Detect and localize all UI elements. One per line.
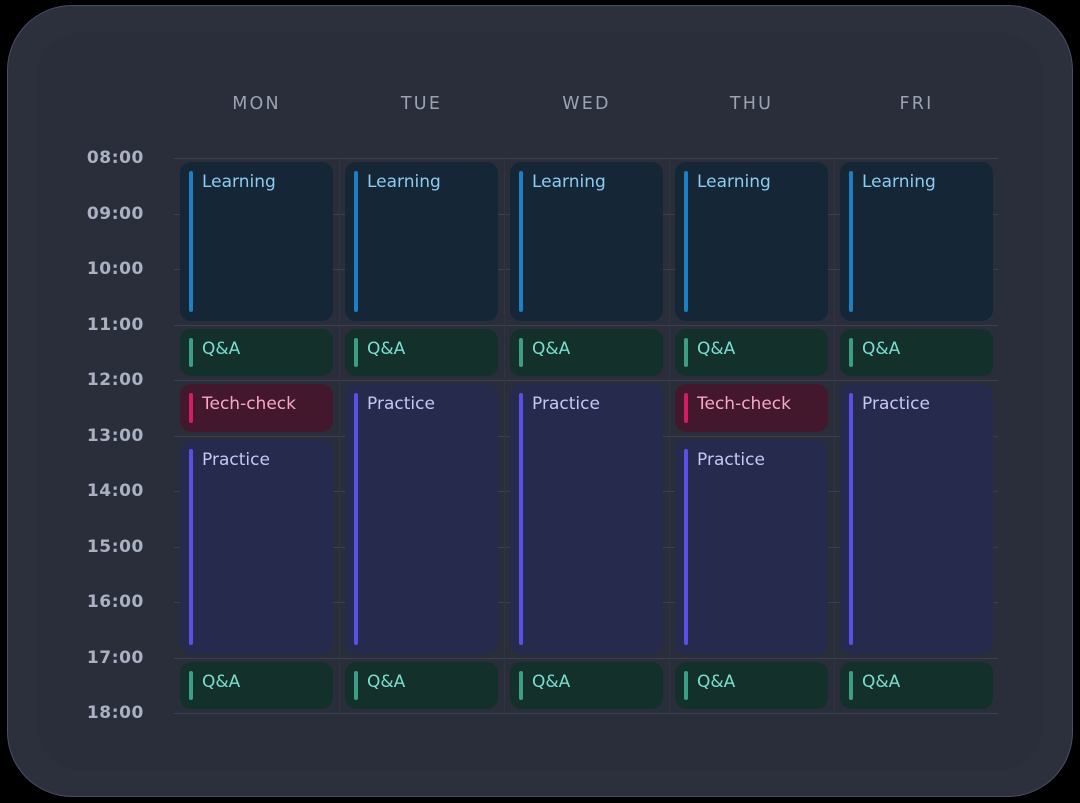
event-accent-bar: [354, 171, 358, 312]
time-label-1500: 15:00: [86, 536, 144, 557]
event-block-practice-tue[interactable]: Practice: [345, 384, 498, 654]
event-title: Practice: [862, 394, 930, 414]
day-header-wed[interactable]: WED: [510, 90, 663, 118]
time-label-0800: 08:00: [86, 148, 144, 168]
event-title: Q&A: [697, 671, 736, 692]
event-block-qa-thu[interactable]: Q&A: [675, 661, 828, 709]
device-screen: MON TUE WED THU FRI 08:00 09:00 10:00 11:00 12:0…: [38, 32, 1042, 770]
event-block-qa-fri[interactable]: Q&A: [840, 328, 993, 376]
event-block-qa-wed[interactable]: Q&A: [510, 661, 663, 709]
event-block-learning-fri[interactable]: Learning: [840, 162, 993, 321]
event-block-practice-thu[interactable]: Practice: [675, 439, 828, 654]
event-title: Learning: [202, 172, 276, 192]
event-title: Learning: [367, 172, 441, 192]
event-title: Q&A: [697, 338, 736, 359]
gridline-1700: [174, 657, 998, 659]
event-accent-bar: [849, 337, 853, 367]
event-accent-bar: [519, 171, 523, 312]
day-header-mon[interactable]: MON: [180, 90, 333, 118]
time-label-1100: 11:00: [86, 314, 144, 335]
event-accent-bar: [189, 670, 193, 700]
event-accent-bar: [849, 393, 853, 645]
time-label-1400: 14:00: [86, 481, 144, 501]
column-separator: [339, 158, 340, 713]
event-title: Q&A: [862, 338, 901, 359]
gridline-1800: [174, 713, 998, 714]
event-block-qa-tue[interactable]: Q&A: [345, 661, 498, 709]
event-block-qa-mon[interactable]: Q&A: [180, 328, 333, 376]
gridline-1100: [174, 324, 998, 326]
event-block-practice-mon[interactable]: Practice: [180, 439, 333, 654]
event-accent-bar: [684, 448, 688, 645]
column-separator: [504, 158, 505, 713]
event-title: Practice: [367, 394, 435, 414]
event-accent-bar: [849, 171, 853, 312]
column-separator: [669, 158, 670, 713]
event-accent-bar: [519, 393, 523, 645]
event-block-learning-mon[interactable]: Learning: [180, 162, 333, 321]
event-block-learning-wed[interactable]: Learning: [510, 162, 663, 321]
weekly-schedule-calendar: MON TUE WED THU FRI 08:00 09:00 10:00 11:00 12:0…: [38, 32, 1042, 770]
time-label-1700: 17:00: [86, 647, 144, 668]
event-accent-bar: [189, 393, 193, 423]
event-accent-bar: [189, 448, 193, 645]
event-title: Learning: [862, 172, 936, 192]
gridline-1200: [174, 380, 998, 381]
event-accent-bar: [189, 171, 193, 312]
day-header-fri[interactable]: FRI: [840, 90, 993, 118]
event-title: Q&A: [202, 338, 241, 359]
time-label-1800: 18:00: [86, 703, 144, 723]
event-accent-bar: [354, 337, 358, 367]
event-accent-bar: [684, 393, 688, 423]
event-accent-bar: [684, 337, 688, 367]
event-title: Practice: [697, 449, 765, 470]
day-header-thu[interactable]: THU: [675, 90, 828, 118]
event-title: Q&A: [862, 671, 901, 692]
time-label-1300: 13:00: [86, 425, 144, 446]
event-accent-bar: [684, 670, 688, 700]
event-block-qa-wed[interactable]: Q&A: [510, 328, 663, 376]
event-accent-bar: [354, 670, 358, 700]
time-label-1600: 16:00: [86, 592, 144, 612]
event-title: Tech-check: [697, 394, 791, 414]
event-title: Tech-check: [202, 394, 296, 414]
event-accent-bar: [519, 670, 523, 700]
event-block-tech-check-mon[interactable]: Tech-check: [180, 384, 333, 432]
event-block-learning-thu[interactable]: Learning: [675, 162, 828, 321]
event-block-qa-fri[interactable]: Q&A: [840, 661, 993, 709]
event-title: Q&A: [367, 671, 406, 692]
event-title: Q&A: [202, 671, 241, 692]
time-label-1200: 12:00: [86, 370, 144, 390]
event-title: Practice: [532, 394, 600, 414]
event-block-tech-check-thu[interactable]: Tech-check: [675, 384, 828, 432]
event-block-qa-tue[interactable]: Q&A: [345, 328, 498, 376]
event-title: Practice: [202, 449, 270, 470]
event-block-practice-fri[interactable]: Practice: [840, 384, 993, 654]
event-block-qa-mon[interactable]: Q&A: [180, 661, 333, 709]
event-block-practice-wed[interactable]: Practice: [510, 384, 663, 654]
event-title: Learning: [697, 172, 771, 192]
time-label-0900: 09:00: [86, 203, 144, 224]
column-separator: [834, 158, 835, 713]
event-title: Q&A: [532, 671, 571, 692]
event-title: Learning: [532, 172, 606, 192]
event-block-learning-tue[interactable]: Learning: [345, 162, 498, 321]
event-accent-bar: [684, 171, 688, 312]
event-accent-bar: [849, 670, 853, 700]
event-title: Q&A: [367, 338, 406, 359]
day-header-tue[interactable]: TUE: [345, 90, 498, 118]
event-accent-bar: [189, 337, 193, 367]
event-accent-bar: [354, 393, 358, 645]
time-label-1000: 10:00: [86, 259, 144, 279]
gridline-0800: [174, 158, 998, 159]
event-accent-bar: [519, 337, 523, 367]
event-title: Q&A: [532, 338, 571, 359]
event-block-qa-thu[interactable]: Q&A: [675, 328, 828, 376]
device-frame: MON TUE WED THU FRI 08:00 09:00 10:00 11:00 12:0…: [8, 6, 1072, 796]
